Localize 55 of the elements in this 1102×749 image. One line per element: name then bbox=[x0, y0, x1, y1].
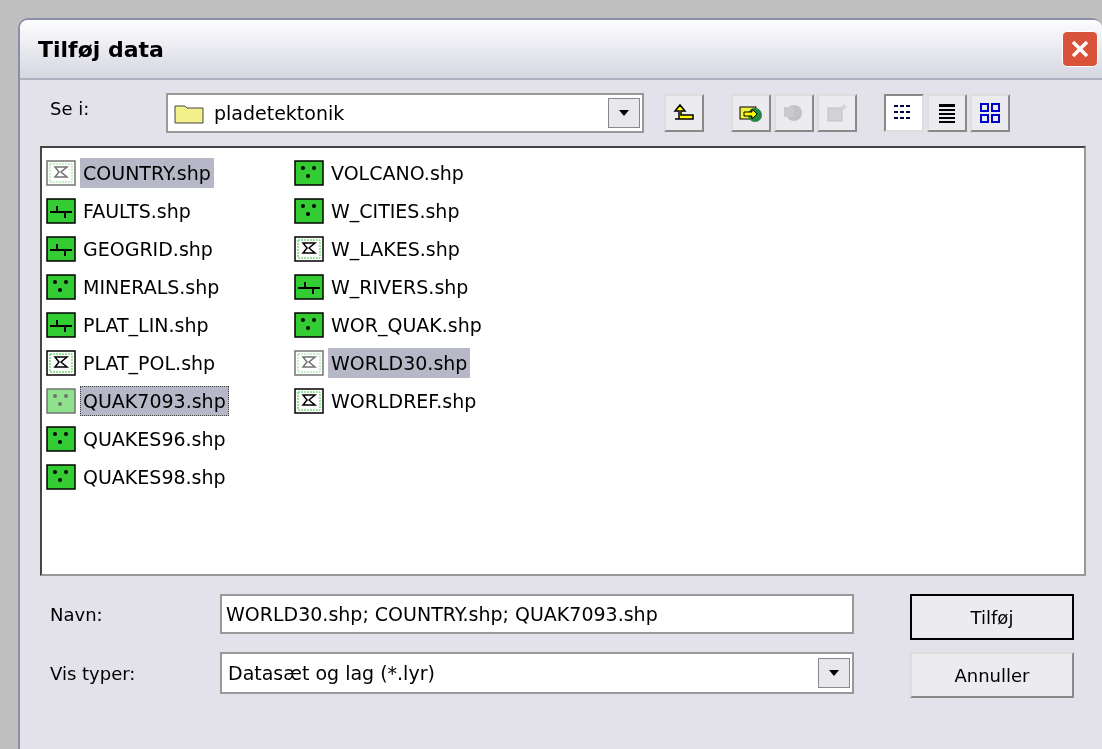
file-item[interactable]: WOR_QUAK.shp bbox=[328, 310, 485, 340]
file-item[interactable]: VOLCANO.shp bbox=[328, 158, 467, 188]
caret-icon bbox=[828, 669, 840, 677]
polygon-layer-icon bbox=[294, 350, 324, 376]
line-layer-icon bbox=[46, 198, 76, 224]
close-button[interactable] bbox=[1062, 31, 1098, 67]
file-item[interactable]: W_CITIES.shp bbox=[328, 196, 463, 226]
file-item[interactable]: MINERALS.shp bbox=[80, 272, 223, 302]
file-item[interactable]: QUAKES98.shp bbox=[80, 462, 229, 492]
connect-folder-button[interactable] bbox=[731, 94, 771, 132]
file-type-label: Vis typer: bbox=[49, 662, 137, 684]
polygon-layer-icon bbox=[46, 350, 76, 376]
line-layer-icon bbox=[294, 274, 324, 300]
look-in-label: Se i: bbox=[49, 97, 91, 119]
file-type-dropdown[interactable]: Datasæt og lag (*.lyr) bbox=[220, 652, 854, 694]
file-item[interactable]: FAULTS.shp bbox=[80, 196, 194, 226]
caret-icon bbox=[618, 109, 630, 117]
file-item[interactable]: W_RIVERS.shp bbox=[328, 272, 472, 302]
polygon-layer-icon bbox=[46, 160, 76, 186]
name-label: Navn: bbox=[49, 603, 104, 625]
window-title: Tilføj data bbox=[38, 36, 164, 62]
grid-icon bbox=[977, 102, 1003, 124]
point-layer-icon bbox=[46, 274, 76, 300]
file-item[interactable]: WORLD30.shp bbox=[328, 348, 471, 378]
file-item[interactable]: GEOGRID.shp bbox=[80, 234, 216, 264]
line-layer-icon bbox=[46, 312, 76, 338]
file-item[interactable]: W_LAKES.shp bbox=[328, 234, 463, 264]
point-layer-icon bbox=[46, 426, 76, 452]
point-layer-icon bbox=[294, 160, 324, 186]
sparkle-box-icon bbox=[824, 102, 850, 124]
folder-icon bbox=[174, 102, 204, 124]
cancel-button[interactable]: Annuller bbox=[910, 652, 1074, 698]
polygon-layer-icon bbox=[294, 236, 324, 262]
line-layer-icon bbox=[46, 236, 76, 262]
file-item[interactable]: WORLDREF.shp bbox=[328, 386, 480, 416]
details-view-button[interactable] bbox=[927, 94, 967, 132]
polygon-layer-icon bbox=[294, 388, 324, 414]
up-folder-button[interactable] bbox=[664, 94, 704, 132]
add-button[interactable]: Tilføj bbox=[910, 594, 1074, 640]
thumbnails-view-button[interactable] bbox=[970, 94, 1010, 132]
file-item[interactable]: PLAT_LIN.shp bbox=[80, 310, 212, 340]
close-icon bbox=[1069, 38, 1091, 60]
point-layer-icon bbox=[294, 198, 324, 224]
dropdown-button[interactable] bbox=[818, 658, 850, 688]
file-item[interactable]: PLAT_POL.shp bbox=[80, 348, 219, 378]
file-item[interactable]: QUAK7093.shp bbox=[80, 386, 229, 416]
list-view-button[interactable] bbox=[884, 94, 924, 132]
name-field[interactable]: WORLD30.shp; COUNTRY.shp; QUAK7093.shp bbox=[220, 594, 854, 634]
point-layer-icon bbox=[294, 312, 324, 338]
file-item[interactable]: COUNTRY.shp bbox=[80, 158, 214, 188]
file-item[interactable]: QUAKES96.shp bbox=[80, 424, 229, 454]
point-layer-icon bbox=[46, 388, 76, 414]
dropdown-button[interactable] bbox=[608, 98, 640, 128]
point-layer-icon bbox=[46, 464, 76, 490]
look-in-dropdown[interactable]: pladetektonik bbox=[166, 93, 644, 133]
